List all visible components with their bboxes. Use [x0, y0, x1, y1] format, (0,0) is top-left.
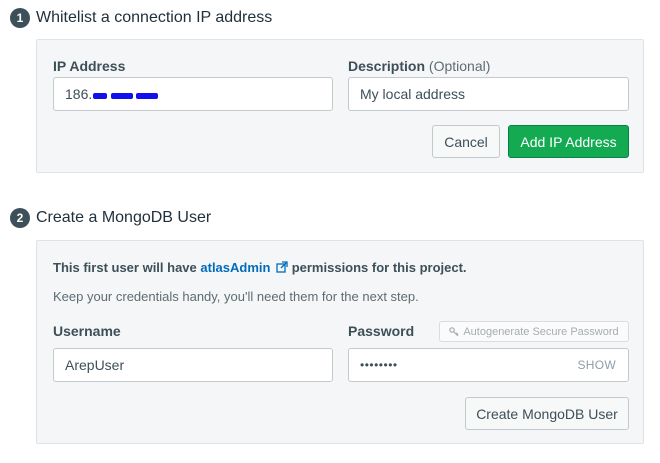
add-ip-address-button[interactable]: Add IP Address: [508, 125, 629, 158]
create-mongodb-user-button[interactable]: Create MongoDB User: [465, 397, 629, 430]
external-link-icon[interactable]: [276, 261, 288, 273]
redaction-mark: [93, 92, 108, 99]
description-label-text: Description: [348, 58, 426, 74]
description-input[interactable]: My local address: [348, 77, 629, 111]
whitelist-panel: IP Address 186. Description (Optional) M…: [36, 39, 644, 173]
cancel-button[interactable]: Cancel: [432, 125, 500, 158]
redaction-mark: [111, 92, 134, 99]
atlas-admin-link[interactable]: atlasAdmin: [200, 260, 270, 275]
section-title-mongodb-user: Create a MongoDB User: [36, 209, 212, 226]
password-value: ••••••••: [360, 358, 398, 372]
section-mongodb-user-header: 2 Create a MongoDB User: [10, 206, 211, 230]
password-label: Password: [348, 323, 415, 339]
show-password-toggle[interactable]: SHOW: [577, 358, 616, 372]
username-label: Username: [53, 323, 121, 339]
permissions-info-post: permissions for this project.: [288, 260, 467, 275]
section-whitelist-header: 1 Whitelist a connection IP address: [10, 6, 272, 30]
ip-address-input[interactable]: 186.: [53, 77, 333, 111]
description-value: My local address: [360, 86, 466, 102]
redaction-mark: [136, 92, 159, 99]
username-input[interactable]: ArepUser: [53, 348, 333, 382]
username-value: ArepUser: [65, 357, 125, 373]
section-title-whitelist: Whitelist a connection IP address: [36, 9, 273, 26]
description-optional-text: (Optional): [428, 58, 491, 74]
password-input[interactable]: •••••••• SHOW: [348, 348, 629, 382]
key-icon: [449, 326, 459, 336]
permissions-info-pre: This first user will have: [53, 260, 201, 275]
permissions-info: This first user will have atlasAdmin per…: [53, 260, 467, 275]
mongodb-user-panel: This first user will have atlasAdmin per…: [36, 240, 644, 444]
step-number-2: 2: [10, 208, 30, 228]
step-number-1: 1: [10, 8, 30, 28]
credentials-hint: Keep your credentials handy, you'll need…: [53, 289, 419, 304]
ip-address-label: IP Address: [53, 58, 126, 74]
description-label: Description (Optional): [348, 58, 490, 74]
ip-address-value: 186.: [65, 86, 93, 102]
autogenerate-password-label: Autogenerate Secure Password: [463, 325, 619, 338]
autogenerate-password-button[interactable]: Autogenerate Secure Password: [439, 321, 629, 342]
